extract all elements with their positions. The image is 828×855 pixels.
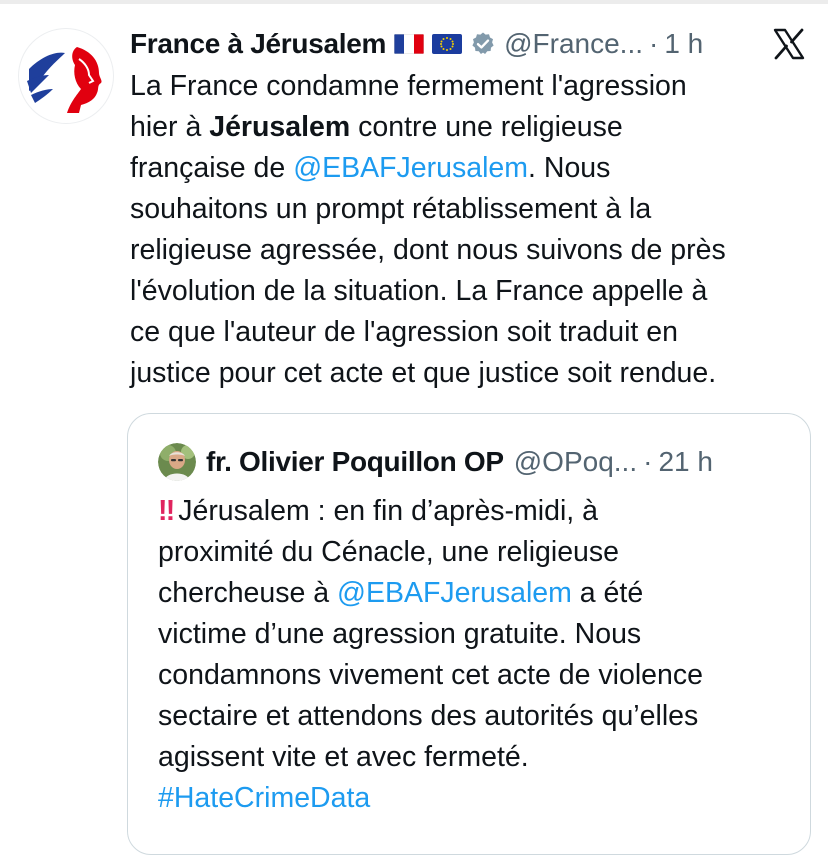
quote-text-span: a été [571, 577, 644, 609]
tweet-text-span: hier à [130, 111, 210, 143]
author-handle[interactable]: @France... [504, 28, 643, 60]
quote-text-span: sectaire et attendons des autorités qu’e… [158, 700, 699, 732]
separator-dot: · [643, 446, 653, 477]
quoted-author-avatar[interactable] [158, 443, 196, 481]
tweet-text-span: justice pour cet acte et que justice soi… [130, 357, 717, 389]
quote-line: chercheuse à @EBAFJerusalem a été [158, 573, 798, 614]
top-divider [0, 0, 828, 4]
quoted-tweet-text: ‼ Jérusalem : en fin d’après-midi, à prox… [158, 491, 798, 819]
quoted-tweet-header: fr. Olivier Poquillon OP @OPoq... · 21 h [158, 442, 798, 482]
tweet-text-span: contre une religieuse [350, 111, 623, 143]
quote-text-span: proximité du Cénacle, une religieuse [158, 536, 620, 568]
quote-text-span: condamnons vivement cet acte de violence [158, 659, 703, 691]
quote-line: condamnons vivement cet acte de violence [158, 655, 798, 696]
tweet-text-span: souhaitons un prompt rétablissement à la [130, 193, 652, 225]
tweet-line: française de @EBAFJerusalem. Nous [130, 148, 810, 189]
quoted-tweet-card[interactable]: fr. Olivier Poquillon OP @OPoq... · 21 h… [127, 413, 811, 855]
mention-link[interactable]: @EBAFJerusalem [337, 577, 572, 609]
tweet-line: l'évolution de la situation. La France a… [130, 271, 810, 312]
tweet-line: hier à Jérusalem contre une religieuse [130, 107, 810, 148]
author-avatar[interactable] [18, 28, 114, 124]
quote-text-span: Jérusalem : en fin d’après-midi, à [178, 495, 598, 527]
tweet-text: La France condamne fermement l'agression… [130, 66, 810, 394]
quote-text-span: victime d’une agression gratuite. Nous [158, 618, 642, 650]
quote-line: victime d’une agression gratuite. Nous [158, 614, 798, 655]
tweet-line: ce que l'auteur de l'agression soit trad… [130, 312, 810, 353]
quote-text-span: agissent vite et avec fermeté. [158, 741, 529, 773]
tweet-text-span: l'évolution de la situation. La France a… [130, 275, 708, 307]
author-name[interactable]: France à Jérusalem [130, 28, 386, 60]
quote-text-span: chercheuse à [158, 577, 338, 609]
marianne-logo-icon [27, 47, 102, 113]
quote-line: sectaire et attendons des autorités qu’e… [158, 696, 798, 737]
quoted-author-handle[interactable]: @OPoq... [514, 446, 637, 478]
hashtag-link[interactable]: #HateCrimeData [158, 782, 370, 814]
quote-line: proximité du Cénacle, une religieuse [158, 532, 798, 573]
tweet-text-span: ce que l'auteur de l'agression soit trad… [130, 316, 678, 348]
quoted-author-name[interactable]: fr. Olivier Poquillon OP [206, 446, 504, 478]
x-logo-icon [773, 28, 805, 60]
quote-line: ‼ Jérusalem : en fin d’après-midi, à [158, 491, 798, 532]
quote-line: agissent vite et avec fermeté. [158, 737, 798, 778]
verified-badge-icon[interactable] [470, 31, 496, 57]
tweet-text-span: religieuse agressée, dont nous suivons d… [130, 234, 726, 266]
tweet-text-span: La France condamne fermement l'agression [130, 70, 687, 102]
tweet-line: La France condamne fermement l'agression [130, 66, 810, 107]
france-flag-icon [394, 34, 425, 54]
bold-keyword: Jérusalem [209, 111, 351, 143]
double-exclamation-icon: ‼ [158, 495, 175, 527]
separator-dot: · [649, 28, 659, 59]
tweet-line: justice pour cet acte et que justice soi… [130, 353, 810, 394]
tweet-line: religieuse agressée, dont nous suivons d… [130, 230, 810, 271]
tweet-line: souhaitons un prompt rétablissement à la [130, 189, 810, 230]
tweet-timestamp[interactable]: 1 h [664, 28, 703, 60]
eu-flag-icon [432, 34, 463, 54]
tweet-text-span: française de [130, 152, 294, 184]
mention-link[interactable]: @EBAFJerusalem [293, 152, 528, 184]
tweet-header: France à Jérusalem @France... · 1 h [130, 26, 820, 62]
quoted-tweet-timestamp[interactable]: 21 h [658, 446, 713, 478]
tweet-text-span: . Nous [528, 152, 611, 184]
quote-line: #HateCrimeData [158, 778, 798, 819]
